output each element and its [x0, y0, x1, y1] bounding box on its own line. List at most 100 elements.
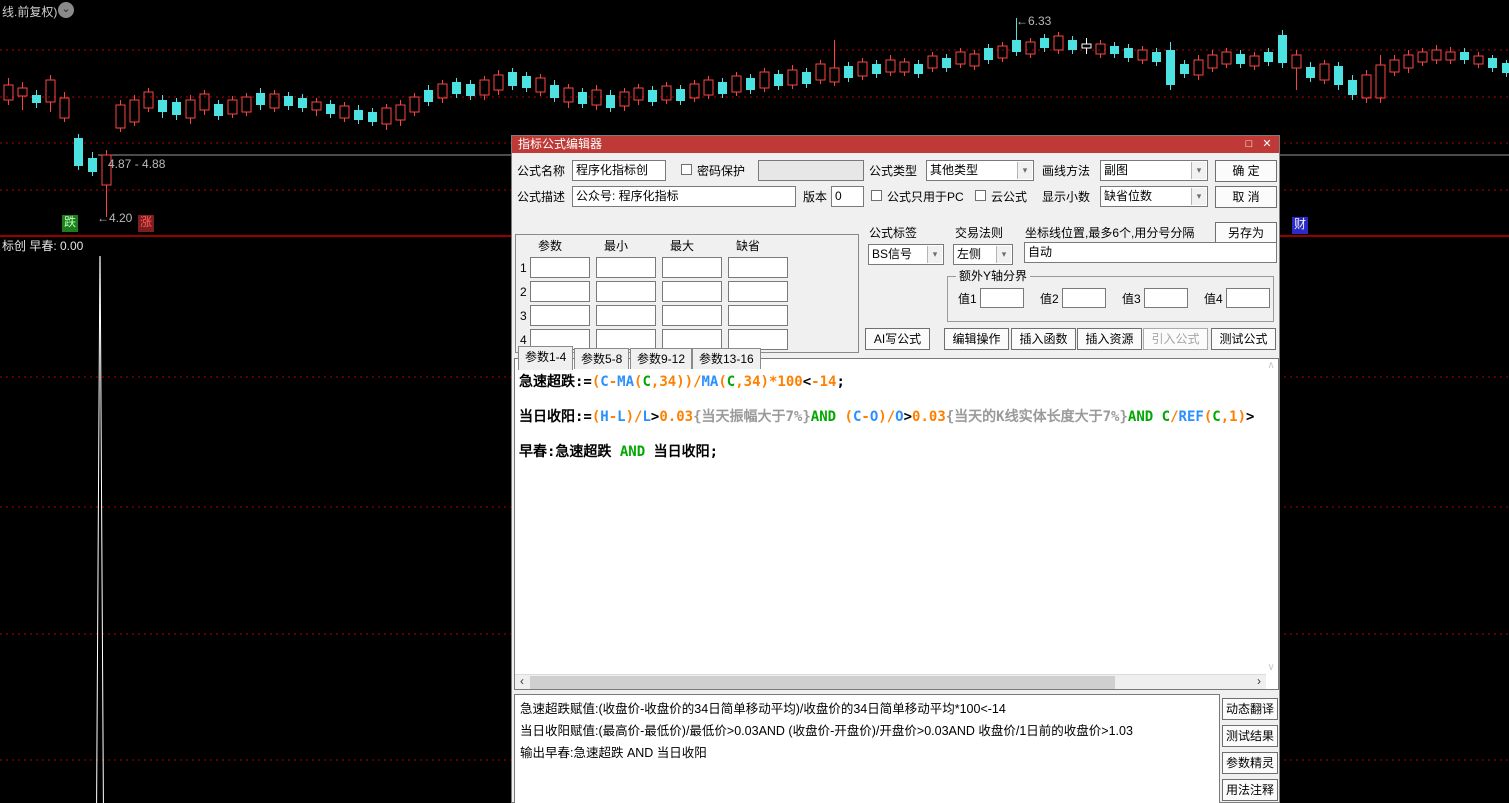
- scroll-down-icon[interactable]: ∨: [1264, 661, 1278, 675]
- param-input-r3c3[interactable]: [662, 305, 722, 326]
- tool-button-插入函数[interactable]: 插入函数: [1011, 328, 1076, 350]
- candle: [1278, 35, 1287, 63]
- param-input-r2c4[interactable]: [728, 281, 788, 302]
- trade-rule-label: 交易法则: [955, 226, 1004, 240]
- candle: [1334, 66, 1343, 85]
- scroll-right-icon[interactable]: ›: [1252, 675, 1266, 689]
- param-input-r4c3[interactable]: [662, 329, 722, 350]
- candle: [1236, 54, 1245, 64]
- decimals-select[interactable]: 缺省位数 ▾: [1100, 186, 1208, 207]
- candle: [311, 101, 322, 111]
- tool-button-AI写公式[interactable]: AI写公式: [865, 328, 930, 350]
- param-input-r2c3[interactable]: [662, 281, 722, 302]
- param-input-r1c4[interactable]: [728, 257, 788, 278]
- candle: [172, 102, 181, 115]
- tab-参数9-12[interactable]: 参数9-12: [630, 348, 693, 369]
- ok-button[interactable]: 确 定: [1215, 160, 1277, 182]
- dialog-title: 指标公式编辑器: [518, 137, 603, 151]
- candle: [550, 85, 559, 98]
- formula-tag-select[interactable]: BS信号 ▾: [868, 244, 944, 265]
- candle: [269, 93, 280, 109]
- param-input-r2c1[interactable]: [530, 281, 590, 302]
- candle: [368, 112, 377, 122]
- code-text[interactable]: 急速超跌:=(C-MA(C,34))/MA(C,34)*100<-14; 当日收阳…: [519, 365, 1254, 665]
- candle: [759, 71, 770, 89]
- side-button-测试结果[interactable]: 测试结果: [1222, 725, 1278, 747]
- param-input-r3c4[interactable]: [728, 305, 788, 326]
- y-value-input-2[interactable]: [1062, 288, 1106, 308]
- candle: [298, 98, 307, 108]
- dialog-titlebar[interactable]: 指标公式编辑器: [512, 136, 1279, 153]
- param-input-r1c1[interactable]: [530, 257, 590, 278]
- chevron-down-icon[interactable]: ⌄: [58, 2, 74, 18]
- param-input-r4c4[interactable]: [728, 329, 788, 350]
- tool-button-测试公式[interactable]: 测试公式: [1211, 328, 1276, 350]
- combo-arrow-icon[interactable]: ▾: [1191, 188, 1206, 205]
- scrollbar-thumb[interactable]: [530, 676, 1115, 689]
- tool-button-插入资源[interactable]: 插入资源: [1077, 328, 1142, 350]
- side-button-动态翻译[interactable]: 动态翻译: [1222, 698, 1278, 720]
- candle: [955, 51, 966, 65]
- candle: [88, 158, 97, 172]
- candle: [815, 63, 826, 81]
- combo-arrow-icon[interactable]: ▾: [1191, 162, 1206, 179]
- param-header: 最小: [604, 239, 629, 253]
- version-input[interactable]: 0: [831, 186, 864, 207]
- scroll-left-icon[interactable]: ‹: [515, 675, 529, 689]
- param-input-r3c2[interactable]: [596, 305, 656, 326]
- candle: [1473, 55, 1484, 65]
- horizontal-scrollbar[interactable]: ‹ ›: [515, 674, 1266, 689]
- candle: [256, 93, 265, 105]
- formula-code-editor[interactable]: 急速超跌:=(C-MA(C,34))/MA(C,34)*100<-14; 当日收阳…: [514, 358, 1279, 690]
- tool-button-编辑操作[interactable]: 编辑操作: [944, 328, 1009, 350]
- candle: [1040, 38, 1049, 48]
- dynamic-translation-panel[interactable]: 急速超跌赋值:(收盘价-收盘价的34日简单移动平均)/收盘价的34日简单移动平均…: [514, 694, 1220, 803]
- password-protect-checkbox[interactable]: [681, 164, 692, 175]
- param-input-r1c3[interactable]: [662, 257, 722, 278]
- vertical-scrollbar[interactable]: ∧ ∨: [1264, 359, 1278, 675]
- candle: [914, 64, 923, 74]
- formula-type-select[interactable]: 其他类型 ▾: [926, 160, 1034, 181]
- y-value-label: 值3: [1122, 292, 1141, 306]
- param-input-r4c2[interactable]: [596, 329, 656, 350]
- side-button-参数精灵[interactable]: 参数精灵: [1222, 752, 1278, 774]
- combo-arrow-icon[interactable]: ▾: [927, 246, 942, 263]
- high-price-label: ←6.33: [1016, 14, 1052, 28]
- param-input-r3c1[interactable]: [530, 305, 590, 326]
- param-input-r1c2[interactable]: [596, 257, 656, 278]
- y-value-input-1[interactable]: [980, 288, 1024, 308]
- scroll-up-icon[interactable]: ∧: [1264, 359, 1278, 373]
- candle: [74, 138, 83, 166]
- draw-method-select[interactable]: 副图 ▾: [1100, 160, 1208, 181]
- close-icon[interactable]: ✕: [1259, 136, 1275, 153]
- formula-desc-input[interactable]: 公众号: 程序化指标: [572, 186, 796, 207]
- candle: [452, 82, 461, 94]
- cloud-formula-checkbox[interactable]: [975, 190, 986, 201]
- param-input-r2c2[interactable]: [596, 281, 656, 302]
- pc-only-checkbox[interactable]: [871, 190, 882, 201]
- coord-line-input[interactable]: 自动: [1024, 242, 1277, 263]
- candle: [648, 90, 657, 102]
- candle: [129, 99, 140, 123]
- candle: [535, 77, 546, 93]
- save-as-button[interactable]: 另存为: [1215, 222, 1277, 244]
- candle: [437, 83, 448, 99]
- trade-rule-select[interactable]: 左侧 ▾: [953, 244, 1013, 265]
- candle: [1221, 51, 1232, 65]
- combo-arrow-icon[interactable]: ▾: [1017, 162, 1032, 179]
- formula-name-input[interactable]: 程序化指标创: [572, 160, 666, 181]
- side-button-用法注释[interactable]: 用法注释: [1222, 779, 1278, 801]
- candle: [844, 66, 853, 78]
- pc-only-label: 公式只用于PC: [887, 190, 964, 204]
- tab-参数1-4[interactable]: 参数1-4: [518, 346, 574, 370]
- cancel-button[interactable]: 取 消: [1215, 186, 1277, 208]
- tab-参数5-8[interactable]: 参数5-8: [574, 348, 630, 369]
- y-value-input-4[interactable]: [1226, 288, 1270, 308]
- tab-参数13-16[interactable]: 参数13-16: [692, 348, 761, 369]
- candle: [1110, 46, 1119, 54]
- y-value-input-3[interactable]: [1144, 288, 1188, 308]
- maximize-icon[interactable]: □: [1241, 136, 1257, 153]
- candle: [578, 92, 587, 104]
- combo-arrow-icon[interactable]: ▾: [996, 246, 1011, 263]
- code-line: 急速超跌:=(C-MA(C,34))/MA(C,34)*100<-14;: [519, 374, 845, 390]
